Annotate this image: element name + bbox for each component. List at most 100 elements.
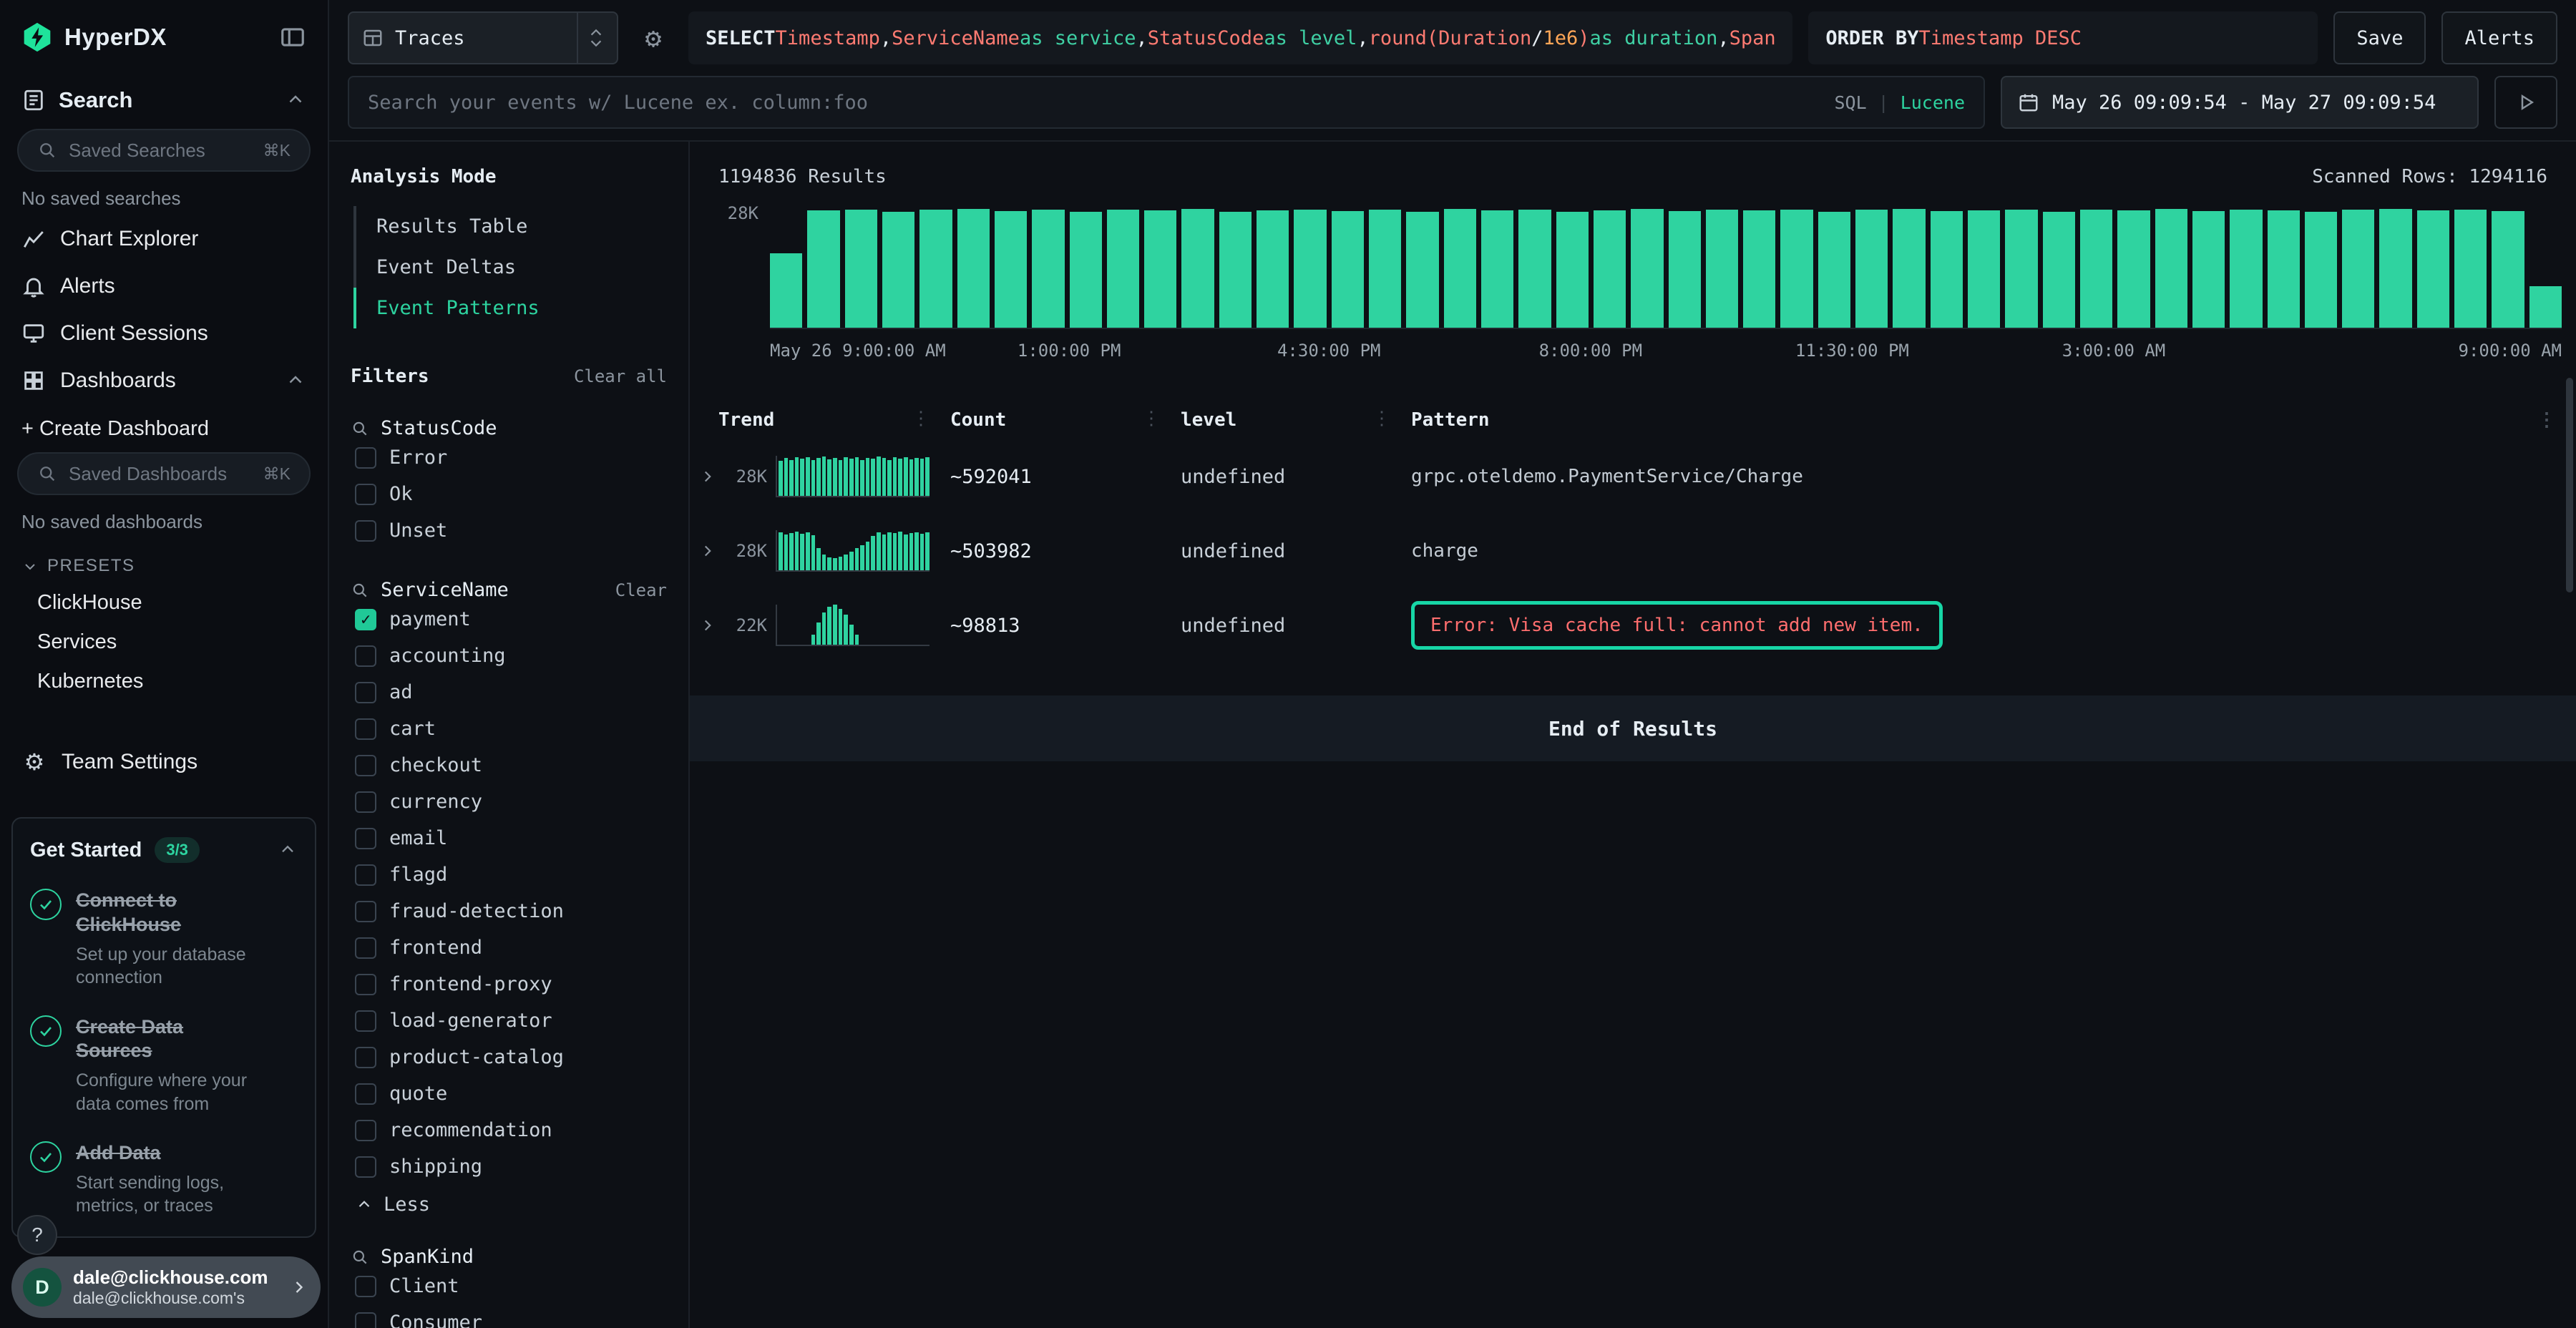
filter-option-payment[interactable]: payment: [351, 601, 667, 638]
histogram-bar[interactable]: [2529, 286, 2562, 328]
clear-filter-button[interactable]: Clear: [615, 580, 667, 600]
checkbox[interactable]: [355, 1047, 376, 1068]
events-histogram[interactable]: 28K: [690, 209, 2562, 329]
histogram-bar[interactable]: [845, 210, 877, 328]
histogram-bar[interactable]: [1219, 212, 1252, 328]
column-menu-icon[interactable]: ⋮: [912, 408, 930, 429]
saved-searches-input[interactable]: Saved Searches ⌘K: [17, 129, 311, 172]
histogram-bar[interactable]: [1181, 209, 1214, 328]
histogram-bar[interactable]: [1032, 210, 1064, 328]
checkbox[interactable]: [355, 828, 376, 849]
sidebar-collapse-icon[interactable]: [279, 24, 306, 51]
histogram-bar[interactable]: [1144, 210, 1176, 328]
filter-option-unset[interactable]: Unset: [351, 512, 667, 549]
column-menu-icon[interactable]: ⋮: [1142, 408, 1161, 429]
highlighted-pattern[interactable]: Error: Visa cache full: cannot add new i…: [1411, 601, 1943, 650]
presets-toggle[interactable]: PRESETS: [0, 539, 328, 583]
histogram-bar[interactable]: [2230, 210, 2262, 328]
preset-kubernetes[interactable]: Kubernetes: [0, 662, 328, 701]
run-query-button[interactable]: [2494, 76, 2557, 129]
checkbox[interactable]: [355, 520, 376, 542]
sidebar-item-chart-explorer[interactable]: Chart Explorer: [0, 215, 328, 263]
checkbox[interactable]: [355, 1120, 376, 1141]
create-dashboard-button[interactable]: + Create Dashboard: [0, 404, 328, 445]
histogram-bar[interactable]: [919, 210, 952, 328]
histogram-bar[interactable]: [1518, 210, 1551, 328]
histogram-bar[interactable]: [2417, 210, 2449, 328]
column-header-level[interactable]: level⋮: [1181, 401, 1411, 439]
help-button[interactable]: ?: [17, 1215, 57, 1255]
checkbox[interactable]: [355, 645, 376, 667]
histogram-bar[interactable]: [882, 212, 914, 328]
user-menu[interactable]: D dale@clickhouse.com dale@clickhouse.co…: [11, 1256, 321, 1318]
histogram-bar[interactable]: [2342, 210, 2374, 328]
checkbox[interactable]: [355, 718, 376, 740]
checkbox[interactable]: [355, 937, 376, 959]
histogram-bar[interactable]: [957, 209, 990, 328]
checkbox[interactable]: [355, 447, 376, 469]
histogram-bar[interactable]: [1369, 210, 1401, 328]
histogram-bar[interactable]: [1594, 210, 1626, 328]
histogram-bar[interactable]: [1444, 209, 1476, 328]
table-row[interactable]: 28K~503982undefinedcharge: [690, 514, 2576, 588]
sidebar-item-dashboards[interactable]: Dashboards: [0, 357, 328, 404]
histogram-bar[interactable]: [1743, 210, 1775, 328]
histogram-bar[interactable]: [1481, 210, 1513, 328]
checkbox[interactable]: [355, 682, 376, 703]
expand-row-icon[interactable]: [698, 467, 717, 486]
event-search-input[interactable]: Search your events w/ Lucene ex. column:…: [348, 76, 1985, 129]
filter-option-accounting[interactable]: accounting: [351, 638, 667, 674]
checkbox[interactable]: [355, 974, 376, 995]
filter-option-consumer[interactable]: Consumer: [351, 1304, 667, 1328]
save-button[interactable]: Save: [2333, 11, 2426, 64]
table-row[interactable]: 22K~98813undefinedError: Visa cache full…: [690, 588, 2576, 663]
expand-row-icon[interactable]: [698, 542, 717, 560]
analysis-mode-event-deltas[interactable]: Event Deltas: [353, 247, 667, 288]
preset-clickhouse[interactable]: ClickHouse: [0, 583, 328, 622]
histogram-bar[interactable]: [2454, 210, 2487, 328]
histogram-bar[interactable]: [1706, 210, 1738, 328]
preset-services[interactable]: Services: [0, 622, 328, 662]
checkbox[interactable]: [355, 1083, 376, 1105]
filter-option-cart[interactable]: cart: [351, 711, 667, 747]
histogram-bar[interactable]: [2268, 210, 2300, 328]
histogram-bar[interactable]: [2192, 211, 2225, 328]
sql-toggle[interactable]: SQL: [1834, 92, 1866, 113]
filter-option-email[interactable]: email: [351, 820, 667, 856]
histogram-bar[interactable]: [1294, 210, 1326, 328]
histogram-bar[interactable]: [1107, 210, 1139, 328]
get-started-item-add-data[interactable]: Add DataStart sending logs, metrics, or …: [30, 1141, 298, 1218]
checkbox[interactable]: [355, 864, 376, 886]
sidebar-item-alerts[interactable]: Alerts: [0, 263, 328, 310]
filter-option-load-generator[interactable]: load-generator: [351, 1002, 667, 1039]
checkbox[interactable]: [355, 1010, 376, 1032]
source-select[interactable]: Traces: [348, 11, 618, 64]
filter-option-product-catalog[interactable]: product-catalog: [351, 1039, 667, 1075]
histogram-bar[interactable]: [1070, 212, 1102, 328]
filter-option-quote[interactable]: quote: [351, 1075, 667, 1112]
checkbox[interactable]: [355, 901, 376, 922]
lucene-toggle[interactable]: Lucene: [1901, 92, 1965, 113]
filter-option-ad[interactable]: ad: [351, 674, 667, 711]
histogram-bar[interactable]: [1931, 211, 1963, 328]
filter-option-flagd[interactable]: flagd: [351, 856, 667, 893]
histogram-bar[interactable]: [1968, 210, 2000, 328]
histogram-bar[interactable]: [995, 211, 1027, 328]
clear-all-filters-button[interactable]: Clear all: [574, 366, 667, 386]
filter-option-error[interactable]: Error: [351, 439, 667, 476]
histogram-bar[interactable]: [1406, 212, 1438, 328]
filter-option-frontend-proxy[interactable]: frontend-proxy: [351, 966, 667, 1002]
histogram-bar[interactable]: [2005, 210, 2037, 328]
histogram-bar[interactable]: [1332, 211, 1364, 328]
histogram-bar[interactable]: [2492, 211, 2524, 328]
checkbox[interactable]: [355, 755, 376, 776]
search-section-header[interactable]: Search: [0, 69, 328, 122]
sidebar-item-team-settings[interactable]: ⚙ Team Settings: [0, 738, 328, 786]
histogram-bar[interactable]: [2080, 210, 2112, 328]
column-header-trend[interactable]: Trend⋮: [698, 401, 950, 439]
checkbox[interactable]: [355, 609, 376, 630]
scrollbar[interactable]: [2566, 378, 2573, 592]
histogram-bar[interactable]: [2379, 209, 2411, 328]
filter-option-recommendation[interactable]: recommendation: [351, 1112, 667, 1148]
checkbox[interactable]: [355, 1276, 376, 1297]
